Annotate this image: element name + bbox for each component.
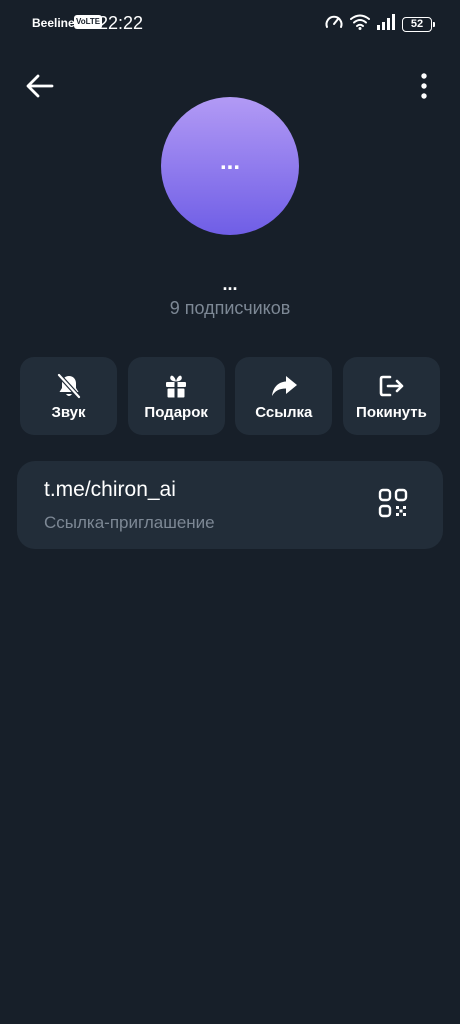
avatar-initials: ... [219, 148, 240, 175]
leave-button[interactable]: Покинуть [342, 357, 440, 435]
leave-label: Покинуть [356, 403, 427, 421]
share-link-button[interactable]: Ссылка [235, 357, 333, 435]
avatar[interactable]: ... [161, 97, 299, 235]
sound-label: Звук [51, 403, 86, 421]
signal-icon [376, 13, 396, 35]
gift-button[interactable]: Подарок [127, 357, 225, 435]
back-button[interactable] [22, 70, 58, 106]
invite-link-caption: Ссылка-приглашение [44, 513, 215, 532]
battery-icon: 52 [402, 16, 435, 32]
logout-icon [377, 372, 405, 400]
qr-code-button[interactable] [377, 488, 409, 523]
more-options-button[interactable] [406, 70, 442, 106]
arrow-left-icon [26, 74, 54, 103]
qr-code-icon [378, 488, 408, 523]
action-bar: Звук Подарок Ссылка Покинуть [20, 357, 440, 435]
clock: 22:22 [98, 13, 144, 33]
invite-link[interactable]: t.me/chiron_ai [44, 478, 176, 502]
more-vertical-icon [420, 72, 428, 104]
carrier-name: Beeline [32, 16, 75, 30]
gift-label: Подарок [144, 403, 208, 421]
channel-name: ... [222, 274, 238, 294]
status-icons: 52 [324, 13, 435, 36]
bell-off-icon [55, 372, 83, 400]
status-bar: Beeline VoLTE 22:22 52 [0, 0, 460, 48]
gift-icon [162, 372, 190, 400]
share-icon [270, 372, 298, 400]
wifi-icon [350, 14, 370, 35]
subscriber-count: 9 подписчиков [169, 298, 291, 318]
invite-link-card[interactable]: t.me/chiron_ai Ссылка-приглашение [17, 461, 443, 549]
sound-button[interactable]: Звук [20, 357, 117, 435]
battery-level: 52 [410, 18, 424, 30]
share-link-label: Ссылка [255, 403, 313, 421]
data-saver-icon [324, 13, 344, 36]
